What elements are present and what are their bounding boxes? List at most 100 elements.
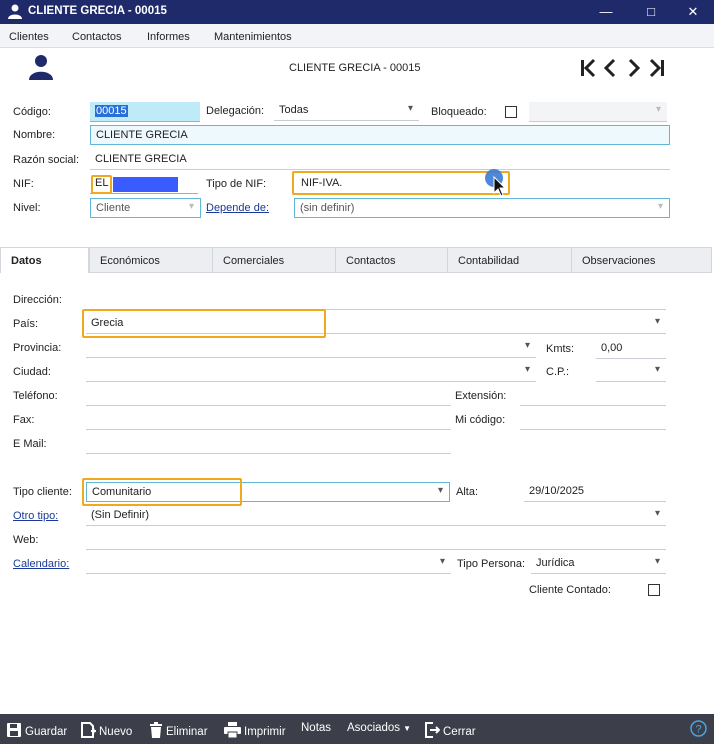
nivel-dropdown[interactable]: Cliente bbox=[90, 198, 201, 218]
telefono-input[interactable] bbox=[86, 386, 451, 406]
alta-input[interactable]: 29/10/2025 bbox=[524, 482, 666, 502]
pais-label: País: bbox=[13, 318, 39, 330]
codigo-value: 00015 bbox=[95, 105, 128, 117]
eliminar-button[interactable]: Eliminar bbox=[149, 722, 208, 738]
cp-dropdown[interactable] bbox=[596, 362, 666, 382]
guardar-label: Guardar bbox=[25, 726, 68, 738]
ciudad-label: Ciudad: bbox=[13, 366, 51, 378]
mi-codigo-label: Mi código: bbox=[455, 414, 506, 426]
mouse-cursor-icon bbox=[485, 169, 507, 197]
provincia-dropdown[interactable] bbox=[86, 338, 536, 358]
provincia-label: Provincia: bbox=[13, 342, 62, 354]
delegacion-dropdown[interactable]: Todas bbox=[274, 101, 419, 121]
tipo-persona-dropdown[interactable]: Jurídica bbox=[531, 554, 666, 574]
kmts-label: Kmts: bbox=[546, 343, 575, 355]
record-title: CLIENTE GRECIA - 00015 bbox=[289, 62, 421, 74]
extension-label: Extensión: bbox=[455, 390, 507, 402]
web-label: Web: bbox=[13, 534, 39, 546]
bottom-toolbar: Guardar Nuevo Eliminar Imprimir Notas As… bbox=[0, 714, 714, 744]
tipo-nif-highlight bbox=[292, 171, 510, 195]
depende-de-link[interactable]: Depende de: bbox=[206, 202, 269, 214]
bloqueado-dropdown[interactable] bbox=[529, 102, 667, 122]
menu-mantenimientos[interactable]: Mantenimientos bbox=[214, 31, 292, 43]
menu-clientes[interactable]: Clientes bbox=[9, 31, 49, 43]
cliente-contado-checkbox[interactable] bbox=[648, 584, 660, 596]
kmts-input[interactable]: 0,00 bbox=[596, 339, 666, 359]
tipo-cliente-label: Tipo cliente: bbox=[13, 486, 72, 498]
telefono-label: Teléfono: bbox=[13, 390, 58, 402]
trash-icon bbox=[150, 722, 162, 738]
minimize-button[interactable]: — bbox=[592, 2, 620, 22]
mi-codigo-input[interactable] bbox=[520, 410, 666, 430]
nivel-label: Nivel: bbox=[13, 202, 41, 214]
tipo-persona-label: Tipo Persona: bbox=[457, 558, 526, 570]
title-bar: CLIENTE GRECIA - 00015 — □ ✕ bbox=[0, 0, 714, 24]
delegacion-label: Delegación: bbox=[206, 105, 265, 117]
help-icon[interactable]: ? bbox=[690, 720, 707, 737]
menu-informes[interactable]: Informes bbox=[147, 31, 190, 43]
fax-input[interactable] bbox=[86, 410, 451, 430]
new-document-icon bbox=[81, 722, 96, 738]
nuevo-label: Nuevo bbox=[99, 726, 133, 738]
codigo-field[interactable]: 00015 bbox=[90, 102, 200, 122]
notas-button[interactable]: Notas bbox=[301, 722, 331, 734]
cerrar-label: Cerrar bbox=[443, 726, 476, 738]
depende-de-dropdown[interactable]: (sin definir) bbox=[294, 198, 670, 218]
maximize-button[interactable]: □ bbox=[637, 2, 665, 22]
nif-label: NIF: bbox=[13, 178, 34, 190]
user-icon bbox=[8, 4, 22, 19]
menu-bar: Clientes Contactos Informes Mantenimient… bbox=[0, 24, 714, 48]
next-record-icon[interactable] bbox=[625, 58, 643, 78]
web-input[interactable] bbox=[86, 530, 666, 550]
nif-redaction bbox=[113, 177, 178, 192]
exit-icon bbox=[425, 722, 441, 738]
bloqueado-checkbox[interactable] bbox=[505, 106, 517, 118]
email-input[interactable] bbox=[86, 434, 451, 454]
extension-input[interactable] bbox=[520, 386, 666, 406]
direccion-input[interactable] bbox=[86, 290, 666, 310]
tipo-nif-label: Tipo de NIF: bbox=[206, 178, 267, 190]
window-title: CLIENTE GRECIA - 00015 bbox=[28, 5, 167, 17]
bloqueado-label: Bloqueado: bbox=[431, 106, 487, 118]
pais-highlight bbox=[82, 309, 326, 338]
last-record-icon[interactable] bbox=[648, 58, 666, 78]
cliente-contado-label: Cliente Contado: bbox=[529, 584, 611, 596]
calendario-link[interactable]: Calendario: bbox=[13, 558, 69, 570]
menu-contactos[interactable]: Contactos bbox=[72, 31, 122, 43]
svg-text:?: ? bbox=[695, 724, 701, 736]
asociados-label: Asociados bbox=[347, 722, 401, 734]
previous-record-icon[interactable] bbox=[601, 58, 619, 78]
tab-economicos[interactable]: Económicos bbox=[89, 247, 213, 273]
guardar-button[interactable]: Guardar bbox=[6, 722, 67, 738]
cerrar-button[interactable]: Cerrar bbox=[424, 722, 476, 738]
nuevo-button[interactable]: Nuevo bbox=[80, 722, 132, 738]
tab-contactos[interactable]: Contactos bbox=[335, 247, 448, 273]
imprimir-button[interactable]: Imprimir bbox=[224, 722, 286, 739]
save-icon bbox=[7, 723, 21, 737]
first-record-icon[interactable] bbox=[579, 58, 597, 78]
nombre-input[interactable]: CLIENTE GRECIA bbox=[90, 125, 670, 145]
email-label: E Mail: bbox=[13, 438, 47, 450]
nif-prefix-highlight bbox=[91, 175, 112, 194]
razon-social-label: Razón social: bbox=[13, 154, 80, 166]
ciudad-dropdown[interactable] bbox=[86, 362, 536, 382]
asociados-button[interactable]: Asociados ▼ bbox=[347, 722, 411, 734]
imprimir-label: Imprimir bbox=[244, 726, 286, 738]
printer-icon bbox=[224, 722, 241, 739]
tab-bar: Datos Económicos Comerciales Contactos C… bbox=[0, 247, 712, 273]
codigo-label: Código: bbox=[13, 106, 51, 118]
otro-tipo-link[interactable]: Otro tipo: bbox=[13, 510, 58, 522]
chevron-down-icon: ▼ bbox=[403, 724, 411, 733]
nombre-label: Nombre: bbox=[13, 129, 56, 141]
tab-comerciales[interactable]: Comerciales bbox=[212, 247, 336, 273]
alta-label: Alta: bbox=[456, 486, 479, 498]
close-button[interactable]: ✕ bbox=[679, 2, 707, 22]
tab-contabilidad[interactable]: Contabilidad bbox=[447, 247, 572, 273]
razon-social-input[interactable]: CLIENTE GRECIA bbox=[90, 150, 670, 170]
tab-datos[interactable]: Datos bbox=[0, 247, 89, 273]
tab-observaciones[interactable]: Observaciones bbox=[571, 247, 712, 273]
otro-tipo-dropdown[interactable]: (Sin Definir) bbox=[86, 506, 666, 526]
fax-label: Fax: bbox=[13, 414, 35, 426]
calendario-dropdown[interactable] bbox=[86, 554, 451, 574]
cp-label: C.P.: bbox=[546, 366, 570, 378]
